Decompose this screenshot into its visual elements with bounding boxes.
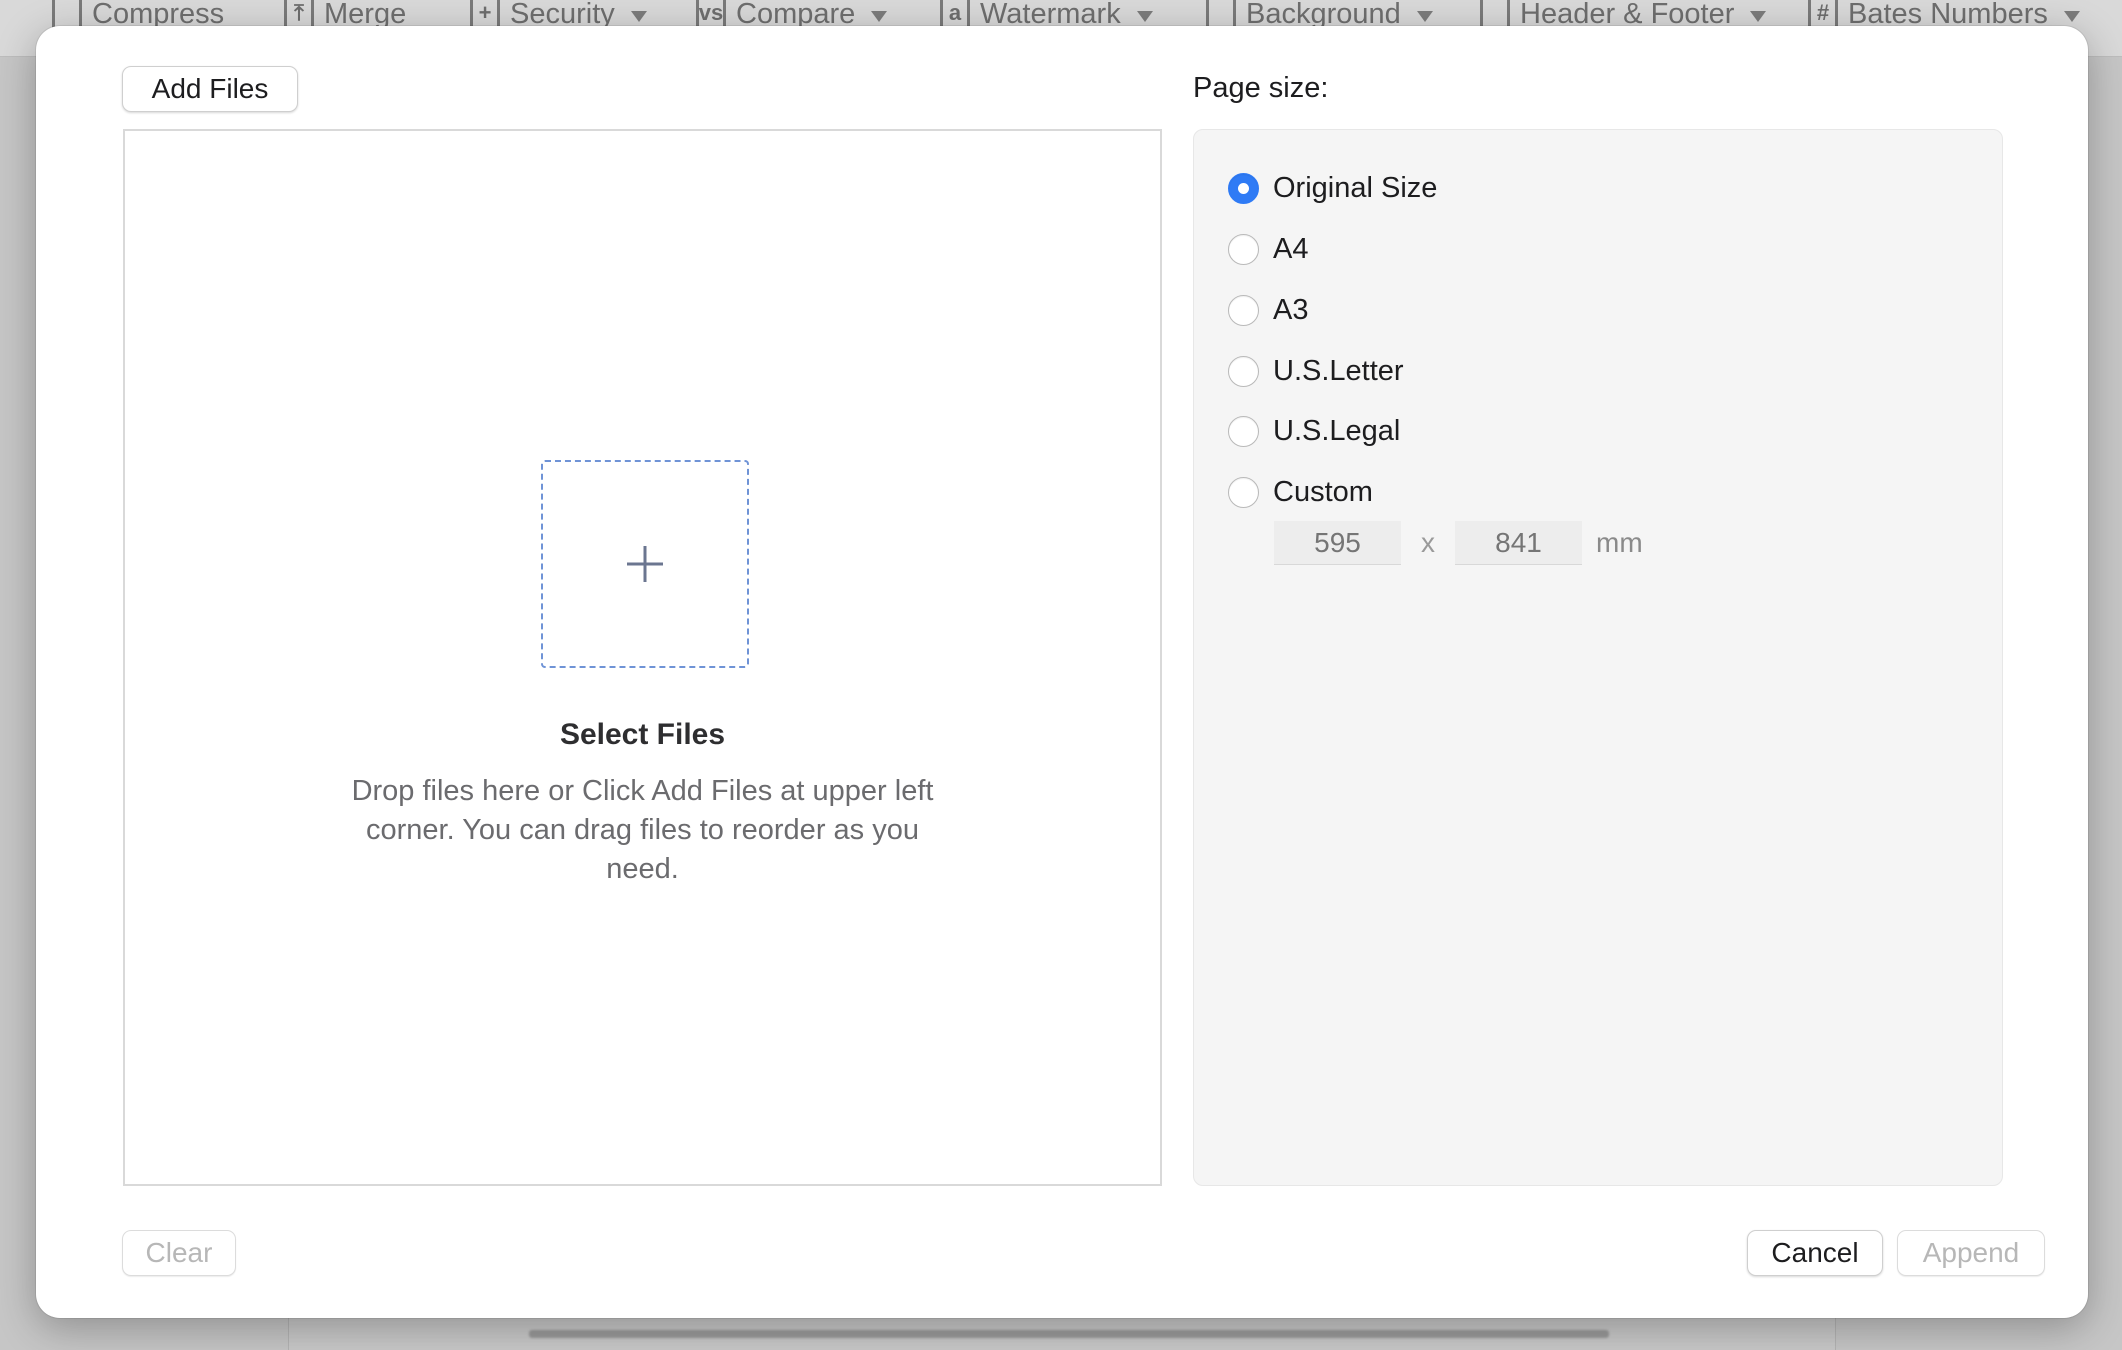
chevron-down-icon <box>1136 10 1153 22</box>
radio-button[interactable] <box>1228 233 1259 265</box>
chevron-down-icon <box>1416 10 1433 22</box>
custom-height-field[interactable] <box>1455 521 1582 565</box>
unit-label: mm <box>1596 527 1643 558</box>
document-text-line <box>529 1330 1609 1338</box>
clear-button[interactable]: Clear <box>122 1230 236 1276</box>
append-button[interactable]: Append <box>1897 1230 2045 1276</box>
chevron-down-icon <box>1750 10 1767 22</box>
drop-area-description: Drop files here or Click Add Files at up… <box>351 775 934 885</box>
chevron-down-icon <box>2063 10 2080 22</box>
custom-size-fields: x mm <box>1274 521 1643 565</box>
radio-label: Custom <box>1273 475 1373 508</box>
cancel-button[interactable]: Cancel <box>1747 1230 1883 1276</box>
page-size-label: Page size: <box>1193 72 1329 104</box>
radio-label: U.S.Legal <box>1273 414 1401 447</box>
select-files-button[interactable] <box>541 460 749 668</box>
append-files-dialog: Add Files Select Files Drop files here o… <box>36 26 2088 1318</box>
dimension-separator: x <box>1421 527 1435 558</box>
radio-label: U.S.Letter <box>1273 354 1404 387</box>
radio-button[interactable] <box>1228 415 1259 447</box>
radio-button[interactable] <box>1228 172 1259 204</box>
custom-width-field[interactable] <box>1274 521 1401 565</box>
file-drop-area[interactable]: Select Files Drop files here or Click Ad… <box>123 129 1162 1186</box>
chevron-down-icon <box>630 10 647 22</box>
drop-area-title: Select Files <box>559 718 726 751</box>
plus-icon <box>627 546 663 582</box>
radio-us-letter[interactable]: U.S.Letter <box>1228 351 1404 391</box>
radio-a3[interactable]: A3 <box>1228 290 1308 330</box>
add-files-button[interactable]: Add Files <box>122 66 298 112</box>
radio-custom[interactable]: Custom <box>1228 472 1373 512</box>
radio-original-size[interactable]: Original Size <box>1228 168 1437 208</box>
page-size-panel: Original Size A4 A3 U.S.Letter U.S.Legal… <box>1193 129 2003 1186</box>
radio-us-legal[interactable]: U.S.Legal <box>1228 411 1400 451</box>
radio-a4[interactable]: A4 <box>1228 229 1308 269</box>
radio-label: A4 <box>1273 232 1309 265</box>
radio-label: Original Size <box>1273 171 1438 204</box>
radio-button[interactable] <box>1228 476 1259 508</box>
chevron-down-icon <box>871 10 888 22</box>
radio-button[interactable] <box>1228 294 1259 326</box>
radio-label: A3 <box>1273 293 1309 326</box>
radio-button[interactable] <box>1228 355 1259 387</box>
